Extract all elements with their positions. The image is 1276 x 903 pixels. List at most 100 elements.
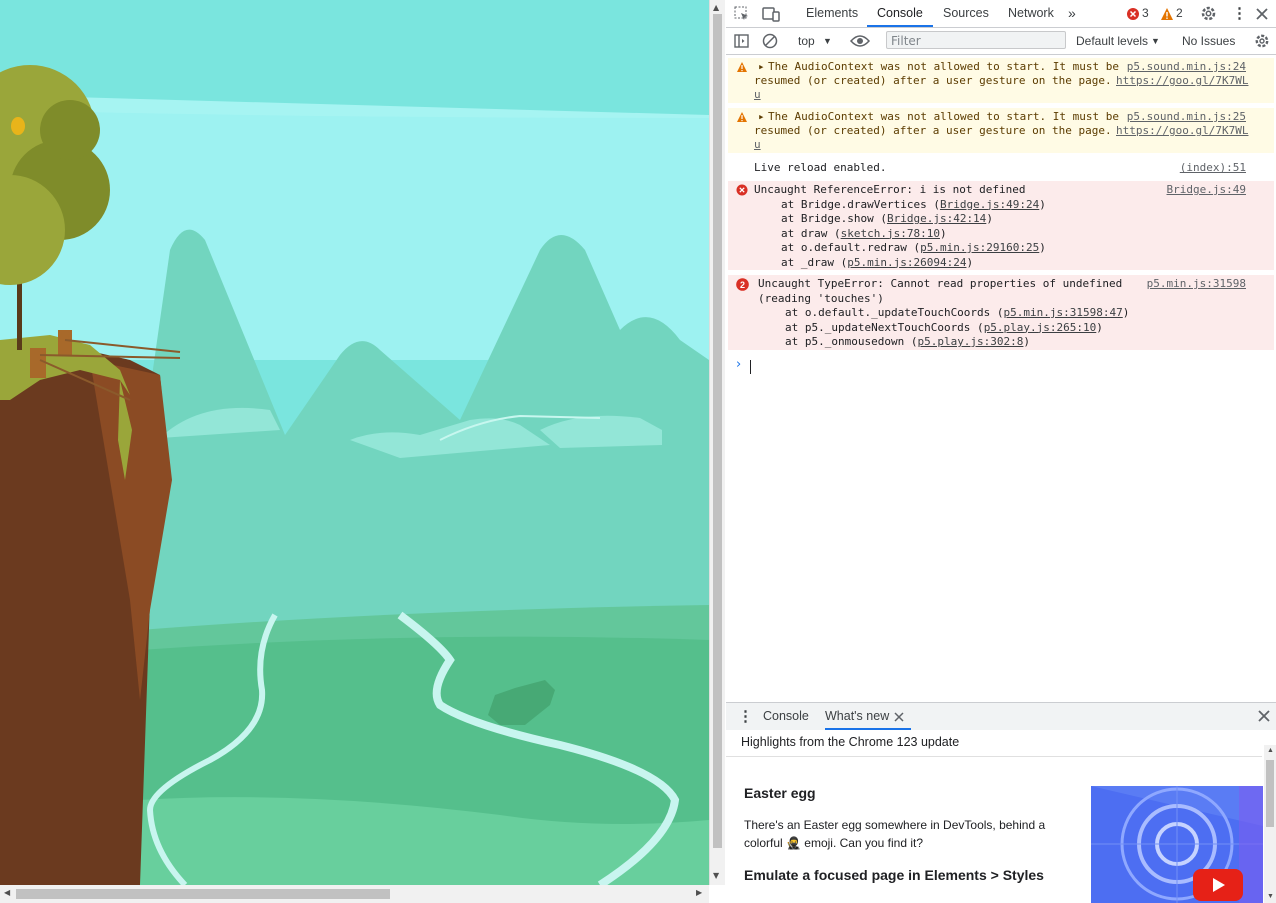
console-log-message[interactable]: Live reload enabled. (index):51 <box>728 157 1274 179</box>
tab-network[interactable]: Network <box>1008 0 1054 27</box>
stack-frame: at _draw (p5.min.js:26094:24) <box>781 256 1046 271</box>
message-text: resumed (or created) after a user gestur… <box>754 124 1112 137</box>
tab-elements[interactable]: Elements <box>806 0 858 27</box>
stack-frame: at Bridge.drawVertices (Bridge.js:49:24) <box>781 198 1046 213</box>
console-error-message[interactable]: Uncaught ReferenceError: i is not define… <box>728 181 1274 270</box>
settings-gear-icon[interactable] <box>1200 5 1217 22</box>
context-dropdown-icon[interactable]: ▼ <box>823 28 832 54</box>
canvas-vertical-scrollbar[interactable]: ▲ ▼ <box>709 0 725 885</box>
more-tabs-icon[interactable]: » <box>1068 0 1076 27</box>
stack-frame-link[interactable]: p5.min.js:31598:47 <box>1004 306 1123 319</box>
warning-count-icon[interactable] <box>1160 7 1174 21</box>
error-text: Uncaught TypeError: Cannot read properti… <box>758 277 1123 290</box>
message-source-link[interactable]: Bridge.js:49 <box>1167 183 1246 198</box>
stack-frame-text: at Bridge.drawVertices ( <box>781 197 940 211</box>
message-link[interactable]: https://goo.gl/7K7WL <box>1116 124 1248 139</box>
drawer-tab-console[interactable]: Console <box>763 703 809 730</box>
close-devtools-icon[interactable] <box>1256 8 1268 20</box>
filter-input[interactable]: Filter <box>886 31 1066 49</box>
stack-frame-link[interactable]: Bridge.js:42:14 <box>887 212 986 225</box>
stack-frame-text: ) <box>1039 197 1046 211</box>
game-canvas[interactable] <box>0 0 709 885</box>
divider <box>726 756 1262 757</box>
message-source-link[interactable]: p5.sound.min.js:25 <box>1127 110 1246 125</box>
stack-frame-link[interactable]: p5.min.js:26094:24 <box>847 256 966 269</box>
error-repeat-count-badge: 2 <box>736 278 749 291</box>
stack-frame-link[interactable]: sketch.js:78:10 <box>841 227 940 240</box>
video-thumbnail[interactable] <box>1091 786 1263 903</box>
stack-frame-text: ) <box>1096 320 1103 334</box>
stack-frame-text: at Bridge.show ( <box>781 212 887 225</box>
stack-frame-link[interactable]: p5.min.js:29160:25 <box>920 241 1039 254</box>
stack-frame: at draw (sketch.js:78:10) <box>781 227 1046 242</box>
console-input-caret[interactable] <box>750 360 751 374</box>
scrollbar-thumb[interactable] <box>713 14 722 848</box>
sidebar-toggle-icon[interactable] <box>734 33 750 49</box>
warning-count[interactable]: 2 <box>1176 0 1183 27</box>
error-count-text: 2 <box>740 280 745 290</box>
live-expression-eye-icon[interactable] <box>850 34 870 48</box>
console-toolbar: top ▼ Filter Default levels ▼ No Issues <box>726 28 1276 55</box>
feature-title[interactable]: Easter egg <box>744 785 816 801</box>
message-source-link[interactable]: p5.sound.min.js:24 <box>1127 60 1246 75</box>
clear-console-icon[interactable] <box>762 33 778 49</box>
close-tab-icon[interactable] <box>894 712 904 722</box>
console-error-message[interactable]: 2 Uncaught TypeError: Cannot read proper… <box>728 275 1274 350</box>
warning-icon <box>737 62 747 72</box>
expand-triangle-icon[interactable]: ▸ <box>758 110 765 125</box>
stack-frame-link[interactable]: p5.play.js:265:10 <box>984 321 1097 334</box>
message-text: resumed (or created) after a user gestur… <box>754 74 1112 87</box>
levels-dropdown-icon[interactable]: ▼ <box>1151 28 1160 54</box>
console-settings-gear-icon[interactable] <box>1254 33 1270 49</box>
close-drawer-icon[interactable] <box>1258 710 1270 722</box>
scrollbar-thumb[interactable] <box>16 889 390 899</box>
message-link[interactable]: https://goo.gl/7K7WL <box>1116 74 1248 89</box>
scroll-up-arrow-icon[interactable]: ▲ <box>1267 747 1274 754</box>
message-source-link[interactable]: p5.min.js:31598 <box>1147 277 1246 292</box>
scroll-left-arrow-icon[interactable]: ◀ <box>4 888 10 897</box>
error-count-icon[interactable] <box>1126 7 1140 21</box>
error-text: (reading 'touches') <box>758 291 884 305</box>
game-scene <box>0 0 709 885</box>
stack-frame-text: at _draw ( <box>781 255 848 269</box>
stack-frame-text: ) <box>1122 306 1130 319</box>
stack-frame: at o.default._updateTouchCoords (p5.min.… <box>785 306 1129 321</box>
stack-frame-link[interactable]: p5.play.js:302:8 <box>917 335 1023 348</box>
feature-title[interactable]: Emulate a focused page in Elements > Sty… <box>744 867 1044 883</box>
tab-console[interactable]: Console <box>867 0 933 27</box>
device-toolbar-icon[interactable] <box>762 6 780 22</box>
whats-new-heading: Highlights from the Chrome 123 update <box>741 735 960 749</box>
drawer-menu-icon[interactable]: ⋮ <box>738 703 753 730</box>
error-icon <box>736 184 748 196</box>
context-select[interactable]: top <box>798 28 815 54</box>
console-warning-message[interactable]: ▸ The AudioContext was not allowed to st… <box>728 58 1274 103</box>
canvas-horizontal-scrollbar[interactable]: ◀ ▶ <box>0 885 709 903</box>
error-count[interactable]: 3 <box>1142 0 1149 27</box>
drawer-tabbar: ⋮ Console What's new <box>726 702 1276 731</box>
scroll-up-arrow-icon[interactable]: ▲ <box>713 3 719 12</box>
scrollbar-thumb[interactable] <box>1266 760 1274 827</box>
log-levels-dropdown[interactable]: Default levels <box>1076 28 1148 54</box>
console-warning-message[interactable]: ▸ The AudioContext was not allowed to st… <box>728 108 1274 153</box>
feature-description: There's an Easter egg somewhere in DevTo… <box>744 818 1046 850</box>
youtube-play-icon[interactable] <box>1193 869 1243 901</box>
inspect-element-icon[interactable] <box>734 6 750 22</box>
message-link[interactable]: u <box>754 88 761 103</box>
stack-frame-text: ) <box>986 212 993 225</box>
expand-triangle-icon[interactable]: ▸ <box>758 60 765 75</box>
scroll-right-arrow-icon[interactable]: ▶ <box>696 888 702 897</box>
stack-frame-text: at p5._updateNextTouchCoords ( <box>785 320 984 334</box>
issues-button[interactable]: No Issues <box>1182 28 1235 54</box>
message-link[interactable]: u <box>754 138 761 153</box>
scroll-down-arrow-icon[interactable]: ▼ <box>713 871 719 880</box>
stack-frame-text: ) <box>939 226 947 240</box>
stack-frame-text: ) <box>1039 241 1046 254</box>
whats-new-scrollbar[interactable]: ▲ ▼ <box>1264 745 1276 903</box>
tab-sources[interactable]: Sources <box>943 0 989 27</box>
stack-frame-link[interactable]: Bridge.js:49:24 <box>940 198 1039 211</box>
more-options-icon[interactable]: ⋮ <box>1232 0 1247 27</box>
message-source-link[interactable]: (index):51 <box>1180 161 1246 176</box>
stack-frame: at Bridge.show (Bridge.js:42:14) <box>781 212 1046 227</box>
stack-frame: at p5._onmousedown (p5.play.js:302:8) <box>785 335 1129 350</box>
scroll-down-arrow-icon[interactable]: ▼ <box>1267 893 1274 900</box>
